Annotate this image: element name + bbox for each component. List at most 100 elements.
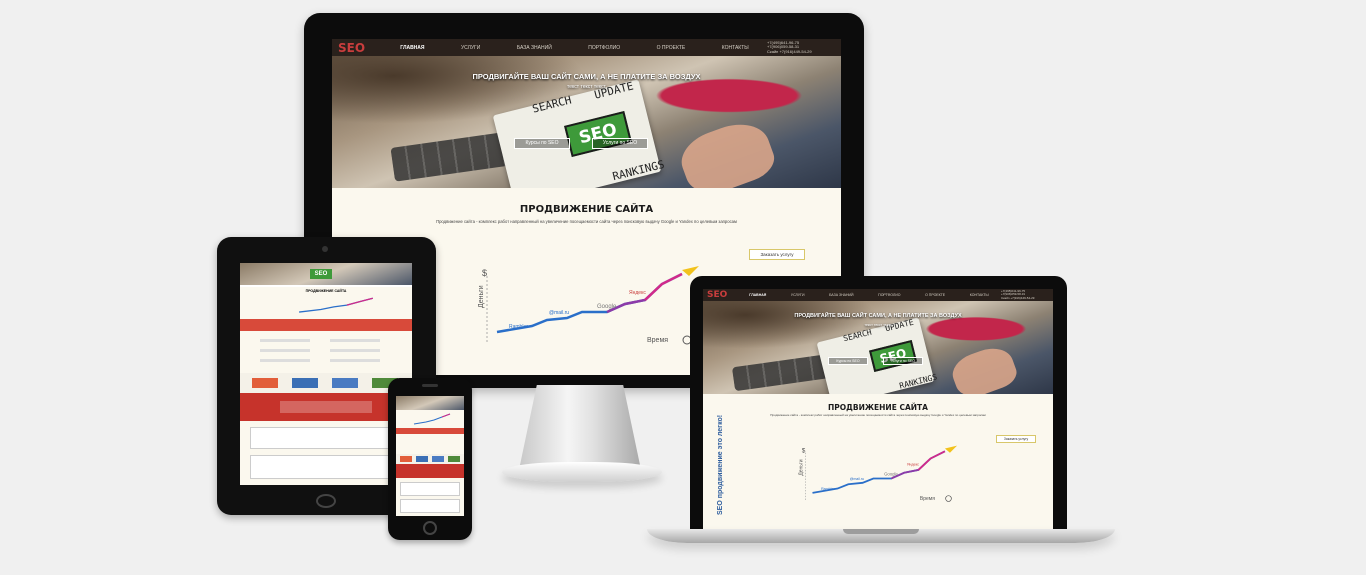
laptop-nav-menu: Главная Услуги База знаний Портфолио О п… [737, 293, 1001, 297]
tablet-course-card-2 [250, 455, 402, 479]
brand-yandex: Яндекс [629, 290, 646, 296]
phone-line-magenta [441, 413, 451, 418]
brand-google: Google [597, 304, 617, 310]
laptop-notch [843, 529, 919, 534]
laptop-brand-mail: @mail.ru [850, 477, 864, 481]
tablet-text-line-1 [260, 339, 310, 342]
tablet-camera [322, 246, 328, 252]
tablet-text-line-5 [260, 359, 310, 362]
hero-title: ПРОДВИГАЙТЕ ВАШ САЙТ САМИ, А НЕ ПЛАТИТЕ … [472, 72, 701, 81]
laptop-logo[interactable]: SEO [707, 290, 737, 300]
tablet-site-preview: SEO ПРОДВИЖЕНИЕ САЙТА [240, 263, 412, 485]
tablet-course-card-1 [250, 427, 402, 449]
laptop-nav-services[interactable]: Услуги [791, 293, 805, 297]
phone-list: +7(495)641-96-75 +7(906)059-58-31 Скайп … [767, 40, 835, 55]
courses-button[interactable]: Курсы по SEO [514, 138, 570, 149]
order-button[interactable]: Заказать услугу [749, 249, 805, 260]
nav-item-contacts[interactable]: Контакты [722, 45, 749, 51]
phone-logos-row [396, 454, 464, 464]
section-title: ПРОДВИЖЕНИЕ САЙТА [519, 204, 654, 215]
laptop-nav-about[interactable]: О проекте [925, 293, 945, 297]
phone-logo-4 [448, 456, 460, 462]
phone-logo-1 [400, 456, 412, 462]
tablet-home-button[interactable] [316, 494, 336, 508]
brand-rambler: Rambler [509, 324, 528, 330]
laptop-growth-line-magenta [917, 450, 946, 471]
tablet-line-blue [299, 297, 373, 313]
laptop-nav-portfolio[interactable]: Портфолио [878, 293, 900, 297]
laptop-section-title: ПРОДВИЖЕНИЕ САЙТА [828, 403, 928, 412]
phone-hero [396, 396, 464, 410]
laptop-site-preview: SEO Главная Услуги База знаний Портфолио… [703, 289, 1053, 529]
phone-red-promo [396, 464, 464, 478]
phone-device [388, 378, 472, 540]
tablet-line-magenta [346, 297, 373, 306]
phone-logo-3 [432, 456, 444, 462]
tablet-red-band [240, 319, 412, 331]
laptop-currency-sign: $ [802, 448, 806, 455]
laptop-x-axis-label: Время [920, 496, 935, 502]
nav-menu: Главная Услуги База знаний Портфолио О п… [382, 45, 767, 51]
phone-courses-block [396, 478, 464, 516]
tablet-promo-box [280, 401, 372, 413]
laptop-nav-knowledge[interactable]: База знаний [829, 293, 853, 297]
services-button[interactable]: Услуги по SEO [592, 138, 648, 149]
phone-home-button[interactable] [423, 521, 437, 535]
tablet-faq-block [240, 331, 412, 373]
monitor-stand [520, 385, 640, 465]
phone-text-block [396, 434, 464, 454]
nav-item-knowledge[interactable]: База знаний [517, 45, 552, 51]
laptop-brand-rambler: Rambler [821, 487, 835, 491]
site-navbar: SEO Главная Услуги База знаний Портфолио… [332, 39, 841, 56]
laptop-phone-list: +7(495)641-96-75 +7(906)059-58-31 Скайп … [1001, 289, 1049, 300]
tablet-logos-row [240, 373, 412, 393]
tablet-seo-badge: SEO [310, 269, 332, 279]
growth-graph: Деньги $ Rambler @mail.ru Google Яндекс … [477, 254, 707, 349]
laptop-paper-plane-icon [944, 445, 958, 453]
laptop-hero-title: ПРОДВИГАЙТЕ ВАШ САЙТ САМИ, А НЕ ПЛАТИТЕ … [794, 313, 962, 319]
phone-site-preview [396, 396, 464, 516]
hand-image [674, 114, 780, 188]
laptop-brand-google: Google [884, 472, 898, 477]
currency-sign: $ [482, 268, 487, 278]
laptop-device: SEO Главная Услуги База знаний Портфолио… [690, 276, 1067, 534]
laptop-y-axis-label: Деньги [798, 459, 804, 475]
tablet-text-line-6 [330, 359, 380, 362]
laptop-side-tag: SEO продвижение это легко! [717, 414, 724, 515]
laptop-growth-graph: Деньги $ Rambler @mail.ru Google Яндекс … [798, 437, 963, 505]
tablet-content: ПРОДВИЖЕНИЕ САЙТА [240, 287, 412, 319]
growth-line-magenta [644, 272, 683, 301]
tablet-text-line-3 [260, 349, 310, 352]
laptop-phone-3: Скайп +7(916)449-54-29 [1001, 295, 1035, 300]
growth-graph-svg: Деньги $ Rambler @mail.ru Google Яндекс … [478, 266, 699, 345]
laptop-hero-subtitle: текст текст текст [864, 323, 892, 327]
phone-speaker [422, 384, 438, 387]
laptop-growth-graph-svg: Деньги $ Rambler @mail.ru Google Яндекс … [798, 445, 958, 502]
nav-item-about[interactable]: О проекте [657, 45, 686, 51]
laptop-clock-icon [945, 495, 952, 502]
tablet-text-line-4 [330, 349, 380, 352]
laptop-brand-yandex: Яндекс [907, 463, 919, 467]
site-logo[interactable]: SEO [338, 41, 382, 55]
phone-graph-block [396, 410, 464, 428]
paper-plane-icon [682, 266, 699, 276]
hero-banner: SEARCH UPDATE SEO RANKINGS ПРОДВИГАЙТЕ В… [332, 56, 841, 188]
laptop-services-button[interactable]: Услуги по SEO [883, 357, 923, 365]
laptop-hero-banner: SEARCH UPDATE SEO RANKINGS ПРОДВИГАЙТЕ В… [703, 301, 1053, 394]
phone-logo-2 [416, 456, 428, 462]
brand-mail: @mail.ru [549, 310, 569, 316]
nav-item-services[interactable]: Услуги [461, 45, 480, 51]
phone-graph [413, 413, 451, 425]
nav-item-portfolio[interactable]: Портфолио [588, 45, 620, 51]
x-axis-label: Время [647, 337, 668, 344]
laptop-courses-button[interactable]: Курсы по SEO [828, 357, 868, 365]
phone-course-card-1 [400, 482, 460, 496]
nav-item-home[interactable]: Главная [400, 45, 424, 51]
laptop-hand-image [947, 341, 1021, 394]
tablet-logo-2 [292, 378, 318, 388]
section-description: Продвижение сайта - комплекс работ напра… [436, 219, 737, 224]
laptop-nav-home[interactable]: Главная [749, 293, 766, 297]
laptop-nav-contacts[interactable]: Контакты [970, 293, 989, 297]
y-axis-label: Деньги [478, 285, 485, 308]
laptop-order-button[interactable]: Заказать услугу [996, 435, 1036, 443]
